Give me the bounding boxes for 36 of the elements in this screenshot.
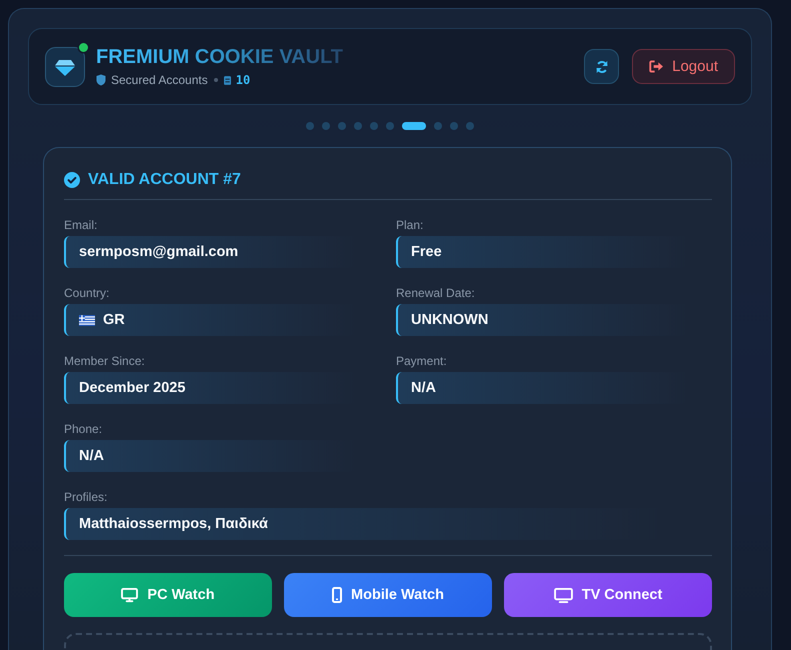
refresh-button[interactable] xyxy=(584,49,620,84)
page-dot[interactable] xyxy=(354,122,362,130)
logout-icon xyxy=(649,60,664,73)
flag-icon xyxy=(79,314,95,326)
monitor-icon xyxy=(121,588,138,602)
page-dot[interactable] xyxy=(306,122,314,130)
refresh-icon xyxy=(594,60,609,74)
field-label: Payment: xyxy=(396,353,448,369)
field-label: Email: xyxy=(64,217,98,233)
account-count: 10 xyxy=(236,72,250,88)
field-label: Country: xyxy=(64,285,110,301)
page-dot[interactable] xyxy=(450,122,458,130)
field-label: Renewal Date: xyxy=(396,285,476,301)
page-dot[interactable] xyxy=(466,122,474,130)
pc-watch-button[interactable]: PC Watch xyxy=(64,573,272,617)
country-code: GR xyxy=(103,312,125,328)
field-label: Profiles: xyxy=(64,489,108,505)
page-dot[interactable] xyxy=(338,122,346,130)
database-icon xyxy=(224,76,231,84)
logout-button[interactable]: Logout xyxy=(632,49,735,84)
tv-connect-button[interactable]: TV Connect xyxy=(504,573,712,617)
tv-icon xyxy=(554,588,573,602)
account-title: VALID ACCOUNT #7 xyxy=(88,171,241,189)
field-label: Phone: xyxy=(64,421,104,437)
check-circle-icon xyxy=(64,172,80,188)
page-dot[interactable] xyxy=(434,122,442,130)
field-label: Member Since: xyxy=(64,353,146,369)
page-dot[interactable] xyxy=(322,122,330,130)
page-dot[interactable] xyxy=(386,122,394,130)
field-label: Plan: xyxy=(396,217,424,233)
separator-dot-icon xyxy=(214,78,218,82)
phone-icon xyxy=(332,587,342,603)
subtitle-text: Secured Accounts xyxy=(111,72,208,88)
shield-icon xyxy=(96,74,106,86)
mobile-watch-button[interactable]: Mobile Watch xyxy=(284,573,492,617)
page-dot[interactable] xyxy=(370,122,378,130)
